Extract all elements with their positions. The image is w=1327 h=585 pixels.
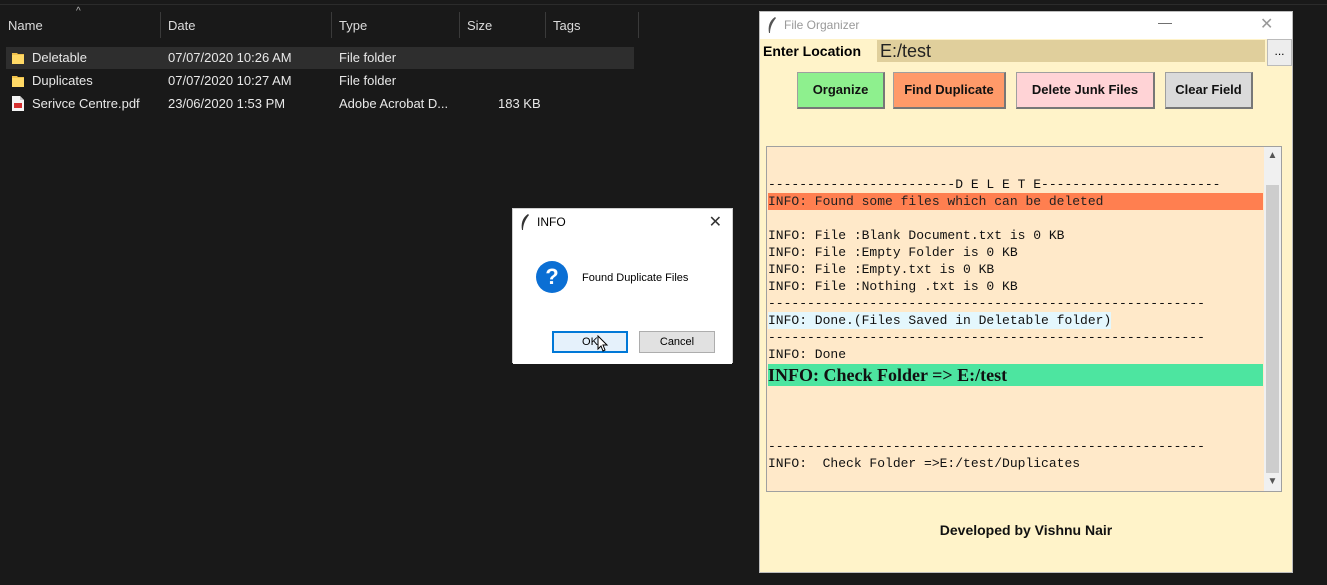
location-input[interactable]: [877, 40, 1265, 62]
column-header-tags[interactable]: Tags: [545, 14, 637, 38]
close-icon[interactable]: ✕: [709, 212, 722, 232]
log-done: INFO: Done: [768, 347, 847, 362]
folder-icon: [12, 76, 24, 87]
log-file-entry: INFO: File :Empty.txt is 0 KB: [768, 262, 995, 277]
pdf-icon: [12, 96, 24, 111]
feather-icon: [768, 17, 776, 33]
mouse-cursor-icon: [597, 335, 609, 352]
organize-button[interactable]: Organize: [797, 72, 885, 109]
file-name: Deletable: [32, 50, 87, 65]
info-dialog-title: INFO: [537, 215, 566, 229]
log-file-entry: INFO: File :Nothing .txt is 0 KB: [768, 279, 1018, 294]
file-date: 23/06/2020 1:53 PM: [168, 96, 286, 111]
file-row-duplicates[interactable]: Duplicates 07/07/2020 10:27 AM File fold…: [6, 70, 634, 92]
file-date: 07/07/2020 10:27 AM: [168, 73, 292, 88]
scroll-thumb[interactable]: [1266, 185, 1279, 473]
log-done-saved: INFO: Done.(Files Saved in Deletable fol…: [768, 312, 1112, 329]
scroll-down-icon[interactable]: ▼: [1264, 473, 1281, 491]
find-duplicate-button[interactable]: Find Duplicate: [893, 72, 1006, 109]
ok-button[interactable]: OK: [552, 331, 628, 353]
file-size: 183 KB: [498, 96, 541, 111]
delete-junk-files-button[interactable]: Delete Junk Files: [1016, 72, 1155, 109]
folder-icon: [12, 53, 24, 64]
file-type: Adobe Acrobat D...: [339, 96, 449, 111]
column-divider[interactable]: [638, 12, 639, 38]
info-dialog: INFO ✕ ? Found Duplicate Files OK Cancel: [512, 208, 733, 364]
info-titlebar[interactable]: INFO ✕: [513, 209, 732, 236]
log-file-entry: INFO: File :Blank Document.txt is 0 KB: [768, 228, 1065, 243]
file-type: File folder: [339, 50, 397, 65]
developer-credit: Developed by Vishnu Nair: [939, 522, 1113, 538]
column-header-type[interactable]: Type: [331, 14, 459, 38]
column-header-name[interactable]: Name: [0, 14, 160, 38]
browse-button[interactable]: ...: [1267, 39, 1292, 66]
file-type: File folder: [339, 73, 397, 88]
file-organizer-window: File Organizer — ✕ Enter Location ... Or…: [759, 11, 1293, 573]
location-label: Enter Location: [763, 43, 862, 59]
minimize-icon[interactable]: —: [1158, 14, 1172, 30]
log-scrollbar[interactable]: ▲ ▼: [1264, 146, 1282, 492]
log-check-folder: INFO: Check Folder => E:/test: [768, 364, 1263, 386]
file-name: Duplicates: [32, 73, 93, 88]
organizer-titlebar[interactable]: File Organizer — ✕: [760, 12, 1292, 39]
column-header-date[interactable]: Date: [160, 14, 330, 38]
log-separator: ----------------------------------------…: [768, 330, 1205, 345]
explorer-top-border: [0, 4, 1327, 5]
log-output[interactable]: ------------------------D E L E T E-----…: [766, 146, 1264, 492]
log-separator: ----------------------------------------…: [768, 296, 1205, 311]
organizer-title: File Organizer: [784, 18, 860, 32]
cancel-button[interactable]: Cancel: [639, 331, 715, 353]
file-row-service-centre-pdf[interactable]: Serivce Centre.pdf 23/06/2020 1:53 PM Ad…: [6, 93, 634, 115]
feather-icon: [521, 214, 529, 230]
clear-field-button[interactable]: Clear Field: [1165, 72, 1253, 109]
question-icon: ?: [536, 261, 568, 293]
log-file-entry: INFO: File :Empty Folder is 0 KB: [768, 245, 1018, 260]
info-message: Found Duplicate Files: [582, 272, 689, 284]
log-check-duplicates: INFO: Check Folder =>E:/test/Duplicates: [768, 456, 1081, 471]
log-delete-header: ------------------------D E L E T E-----…: [768, 177, 1221, 192]
scroll-up-icon[interactable]: ▲: [1264, 147, 1281, 165]
file-date: 07/07/2020 10:26 AM: [168, 50, 292, 65]
column-header-size[interactable]: Size: [459, 14, 545, 38]
file-name: Serivce Centre.pdf: [32, 96, 140, 111]
log-found-deletable: INFO: Found some files which can be dele…: [768, 193, 1263, 210]
close-icon[interactable]: ✕: [1260, 14, 1273, 34]
log-separator: ----------------------------------------…: [768, 439, 1205, 454]
file-row-deletable[interactable]: Deletable 07/07/2020 10:26 AM File folde…: [6, 47, 634, 69]
